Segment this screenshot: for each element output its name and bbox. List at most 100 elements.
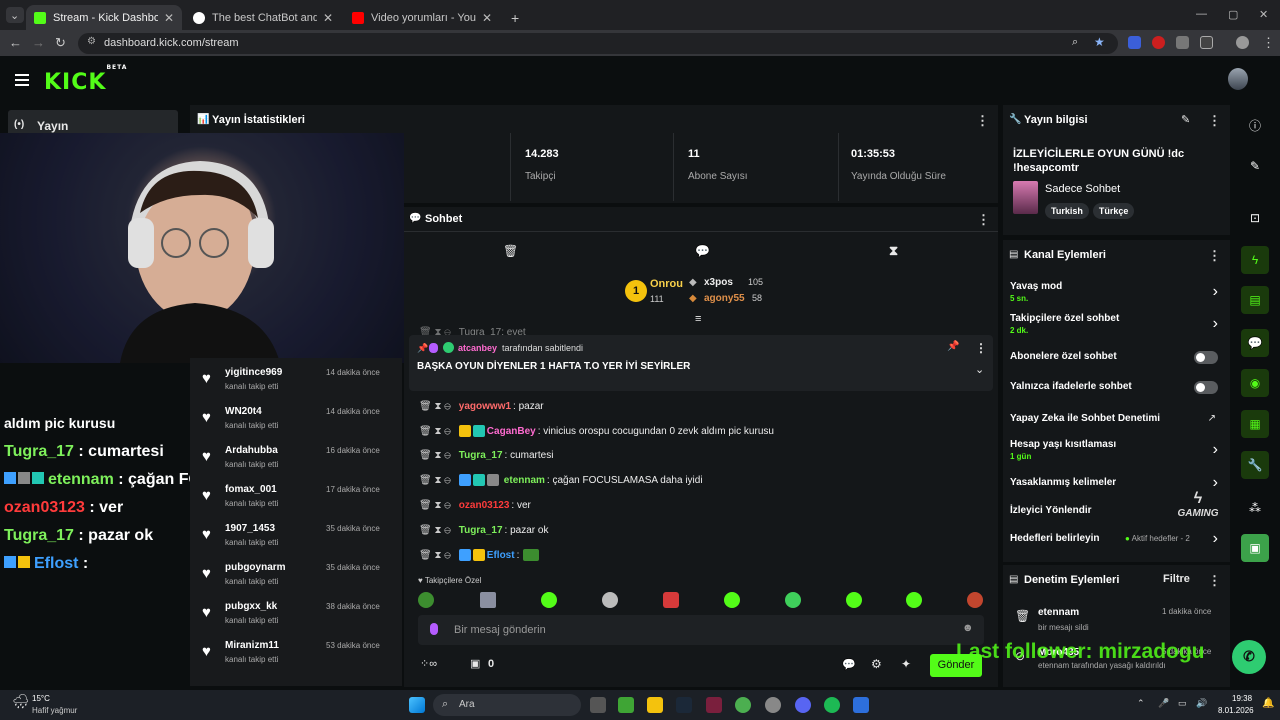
- extension-icon[interactable]: [1152, 36, 1165, 49]
- chevron-down-icon[interactable]: ⌄: [975, 363, 984, 376]
- followers-only-row[interactable]: Takipçilere özel sohbet 2 dk. ›: [1010, 313, 1222, 335]
- document-icon[interactable]: ▤: [1241, 286, 1269, 314]
- lightning-icon[interactable]: ϟ: [1241, 246, 1269, 274]
- chat-username[interactable]: ozan03123: [459, 500, 510, 511]
- close-window-icon[interactable]: ✕: [1259, 8, 1268, 21]
- volume-icon[interactable]: 🔊: [1196, 698, 1207, 709]
- windows-start-icon[interactable]: [409, 697, 425, 713]
- emote-icon[interactable]: [663, 592, 679, 608]
- mod-actions-icon[interactable]: 🗑 ⧗ ⊖: [419, 450, 451, 461]
- tray-chevron-icon[interactable]: ⌃: [1137, 698, 1145, 709]
- profile-icon[interactable]: [1236, 36, 1249, 49]
- emote-icon[interactable]: [541, 592, 557, 608]
- edit-icon[interactable]: ✎: [1181, 113, 1190, 126]
- chat-username[interactable]: etennam: [504, 475, 545, 486]
- discord-icon[interactable]: [795, 697, 811, 713]
- tab-kick-dashboard[interactable]: Stream - Kick Dashboard ✕: [26, 5, 182, 30]
- leader-name[interactable]: x3pos: [704, 277, 733, 288]
- kick-logo[interactable]: KICKBETA: [44, 64, 127, 95]
- tab-chatbot[interactable]: The best ChatBot and Widgets ✕: [185, 5, 341, 30]
- follower-name[interactable]: pubgxx_kk: [225, 601, 277, 612]
- steam-icon[interactable]: [676, 697, 692, 713]
- mod-actions-icon[interactable]: 🗑 ⧗ ⊖: [419, 525, 451, 536]
- emote-icon[interactable]: [602, 592, 618, 608]
- maximize-icon[interactable]: ▢: [1228, 8, 1238, 21]
- extension-icon[interactable]: [1128, 36, 1141, 49]
- chat-username[interactable]: Tugra_17: [459, 525, 503, 536]
- site-info-icon[interactable]: ⚙: [87, 36, 96, 47]
- app-thumbnail-icon[interactable]: ▣: [1241, 534, 1269, 562]
- close-icon[interactable]: ✕: [482, 11, 492, 25]
- app-icon[interactable]: [853, 697, 869, 713]
- apps-icon[interactable]: ⁂: [1241, 494, 1269, 522]
- expand-leaderboard-icon[interactable]: ≡: [695, 313, 701, 325]
- close-icon[interactable]: ✕: [323, 11, 333, 25]
- url-input[interactable]: ⚙ dashboard.kick.com/stream ⌕ ★: [78, 33, 1118, 54]
- chat-icon[interactable]: 💬: [695, 244, 710, 258]
- mod-actions-icon[interactable]: 🗑 ⧗ ⊖: [419, 475, 451, 486]
- filter-button[interactable]: Filtre: [1163, 573, 1190, 585]
- unpin-icon[interactable]: 📌: [947, 341, 959, 352]
- emote-icon[interactable]: [967, 592, 983, 608]
- new-tab-button[interactable]: +: [503, 5, 523, 30]
- layout-icon[interactable]: ▦: [1241, 410, 1269, 438]
- spotify-icon[interactable]: [824, 697, 840, 713]
- gear-icon[interactable]: ⚙: [871, 657, 882, 671]
- focus-icon[interactable]: ⊡: [1241, 204, 1269, 232]
- emote-icon[interactable]: [480, 592, 496, 608]
- emoji-icon[interactable]: ☻: [962, 622, 974, 634]
- mod-actions-icon[interactable]: 🗑 ⧗ ⊖: [419, 550, 451, 561]
- app-icon[interactable]: [765, 697, 781, 713]
- subscribers-only-toggle[interactable]: [1194, 351, 1218, 364]
- follower-name[interactable]: Ardahubba: [225, 445, 278, 456]
- tab-search-button[interactable]: ⌄: [6, 7, 24, 23]
- leader-name[interactable]: Onrou: [650, 278, 683, 290]
- clock-time[interactable]: 19:38: [1232, 694, 1252, 703]
- more-options-icon[interactable]: ⋮: [977, 212, 990, 228]
- chrome-icon[interactable]: [735, 697, 751, 713]
- info-icon[interactable]: ⓘ: [1241, 110, 1269, 138]
- tag-chip[interactable]: Türkçe: [1092, 203, 1135, 219]
- more-options-icon[interactable]: ⋮: [1208, 113, 1221, 129]
- more-options-icon[interactable]: ⋮: [1208, 248, 1221, 264]
- chat-username[interactable]: Eflost: [487, 550, 515, 561]
- broadcast-icon[interactable]: ◉: [1241, 369, 1269, 397]
- file-explorer-icon[interactable]: [647, 697, 663, 713]
- mod-action-user[interactable]: etennam: [1038, 607, 1079, 618]
- weather-icon[interactable]: 🌧: [12, 693, 30, 710]
- ai-moderation-row[interactable]: Yapay Zeka ile Sohbet Denetimi ↗: [1010, 413, 1222, 424]
- emote-icon[interactable]: [724, 592, 740, 608]
- mod-actions-icon[interactable]: 🗑 ⧗ ⊖: [419, 401, 451, 412]
- trash-icon[interactable]: 🗑: [503, 244, 518, 258]
- mic-tray-icon[interactable]: 🎤: [1158, 698, 1169, 709]
- follower-name[interactable]: yigitince969: [225, 367, 282, 378]
- reload-icon[interactable]: ↻: [55, 35, 66, 51]
- clock-date[interactable]: 8.01.2026: [1218, 706, 1254, 715]
- back-icon[interactable]: ←: [9, 35, 22, 50]
- follower-name[interactable]: WN20t4: [225, 406, 262, 417]
- chat-username[interactable]: CaganBey: [487, 426, 536, 437]
- extensions-puzzle-icon[interactable]: [1200, 36, 1213, 49]
- tab-youtube-studio[interactable]: Video yorumları - YouTube Stu ✕: [344, 5, 500, 30]
- slow-mode-row[interactable]: Yavaş mod 5 sn. ›: [1010, 281, 1222, 303]
- category-thumbnail[interactable]: [1013, 181, 1038, 214]
- follower-name[interactable]: 1907_1453: [225, 523, 275, 534]
- more-options-icon[interactable]: ⋮: [975, 341, 987, 355]
- mod-actions-icon[interactable]: 🗑 ⧗ ⊖: [419, 500, 451, 511]
- taskbar-search[interactable]: ⌕ Ara: [433, 694, 581, 716]
- emote-icon[interactable]: [418, 592, 434, 608]
- network-icon[interactable]: ▭: [1178, 698, 1187, 709]
- xbox-icon[interactable]: [618, 697, 634, 713]
- follower-name[interactable]: fomax_001: [225, 484, 277, 495]
- category-name[interactable]: Sadece Sohbet: [1045, 183, 1120, 195]
- chat-bubble-fab-icon[interactable]: ✆: [1232, 640, 1266, 674]
- wrench-icon[interactable]: 🔧: [1241, 451, 1269, 479]
- emote-icon[interactable]: [906, 592, 922, 608]
- account-age-row[interactable]: Hesap yaşı kısıtlaması 1 gün ›: [1010, 439, 1222, 461]
- mod-actions-icon[interactable]: 🗑 ⧗ ⊖: [419, 426, 451, 437]
- emote-icon[interactable]: [785, 592, 801, 608]
- pinned-by-user[interactable]: atcanbey: [458, 343, 497, 353]
- chat-icon[interactable]: 💬: [1241, 329, 1269, 357]
- browser-menu-icon[interactable]: ⋮: [1262, 35, 1275, 51]
- follower-name[interactable]: pubgoynarm: [225, 562, 286, 573]
